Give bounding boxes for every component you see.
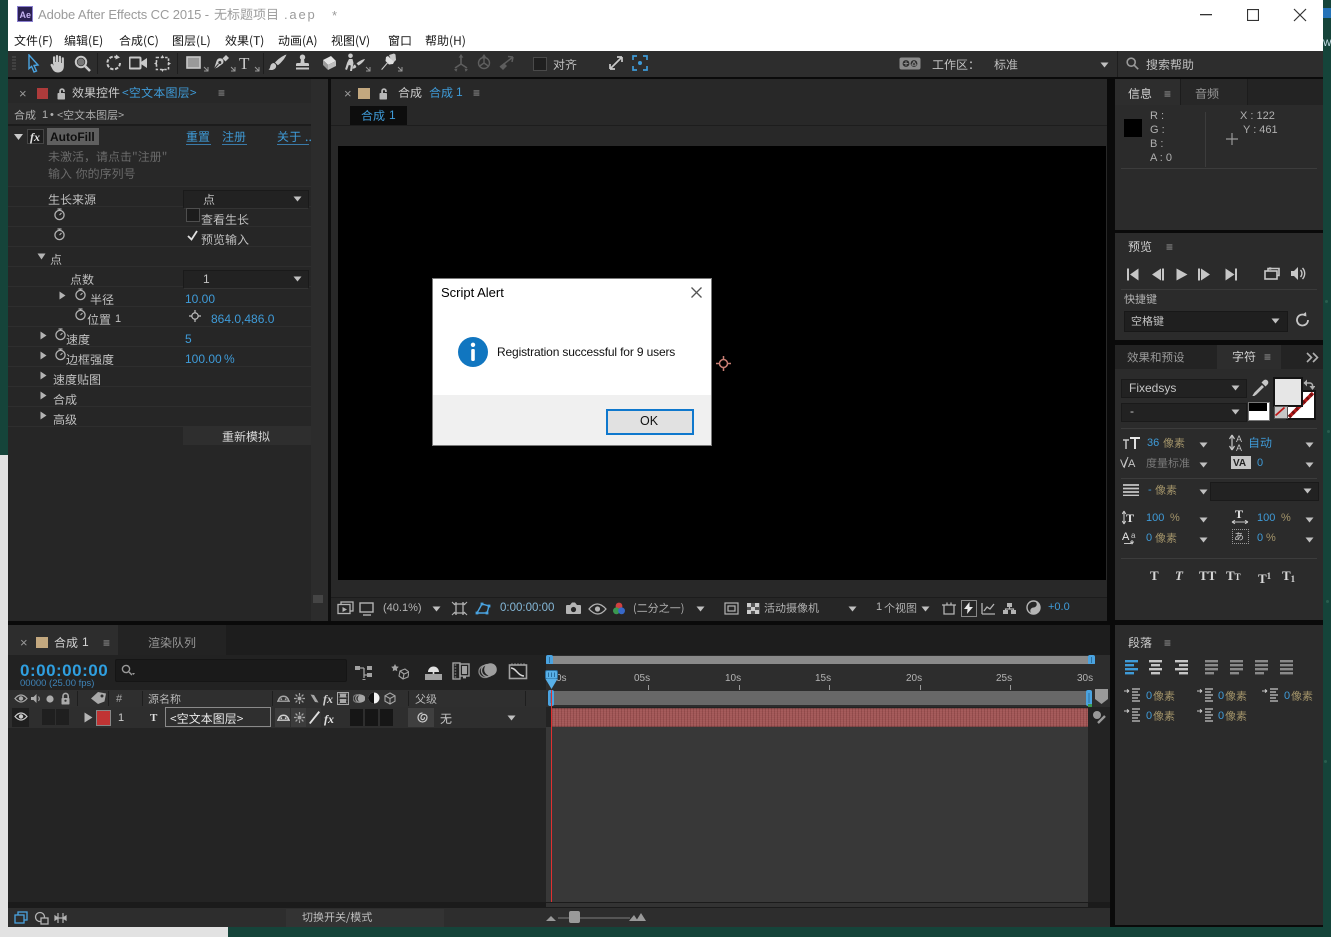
svg-text:A: A <box>1236 443 1242 451</box>
svg-text:T: T <box>1126 511 1134 525</box>
svg-text:A: A <box>1128 458 1136 469</box>
svg-text:a: a <box>1131 531 1136 540</box>
svg-text:T: T <box>1235 508 1243 521</box>
svg-text:A: A <box>1122 531 1130 543</box>
